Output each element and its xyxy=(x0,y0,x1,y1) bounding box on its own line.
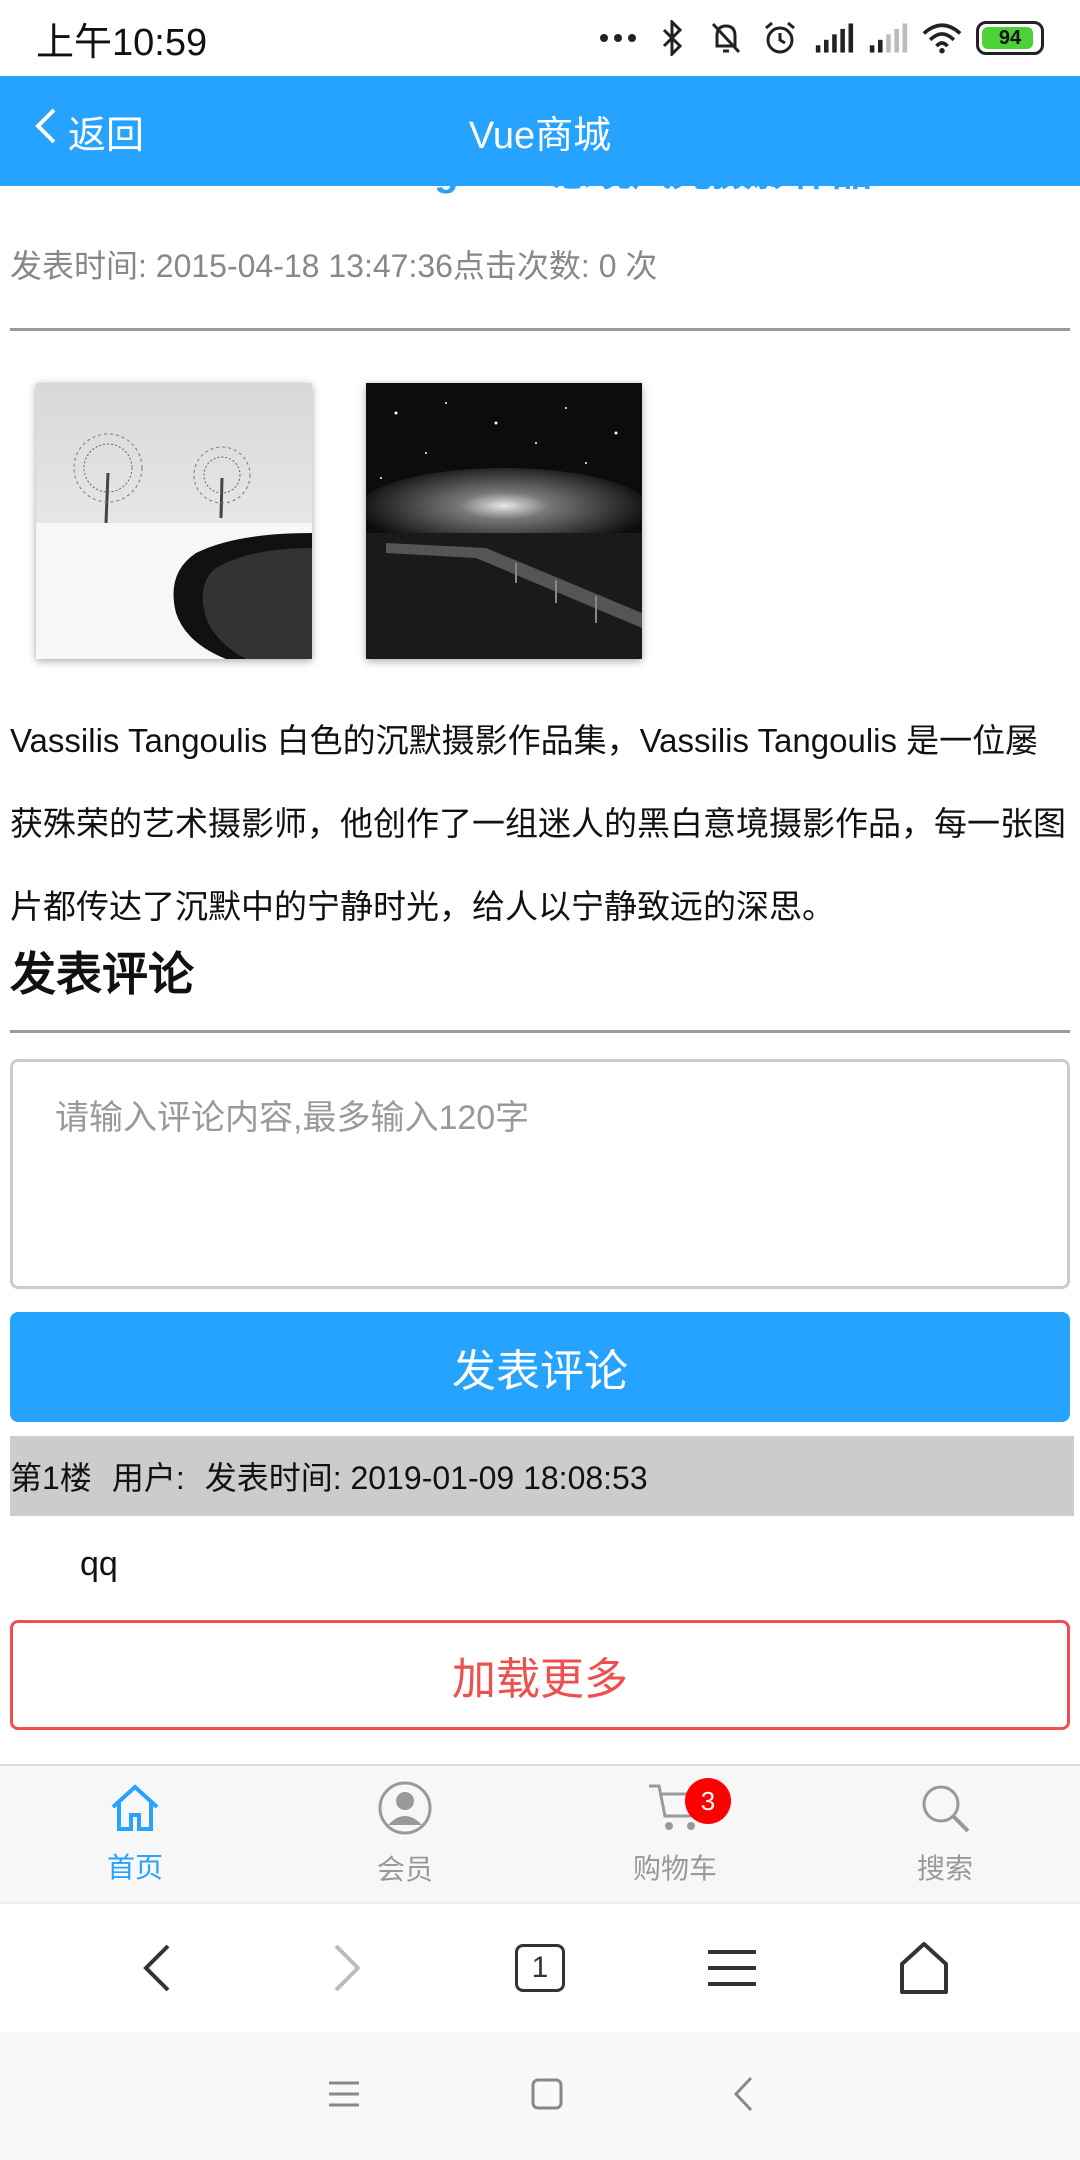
tab-member[interactable]: 会员 xyxy=(270,1766,540,1902)
mute-bell-icon xyxy=(706,18,746,58)
browser-home-button[interactable] xyxy=(884,1928,964,2008)
tab-search[interactable]: 搜索 xyxy=(810,1766,1080,1902)
thumbnail-list xyxy=(0,383,1080,659)
battery-level: 94 xyxy=(998,26,1022,49)
back-label: 返回 xyxy=(68,114,145,157)
page-content[interactable]: Vassilis Tangoulis意境风光摄影作品 发表时间: 2015-04… xyxy=(0,186,1080,1764)
comment-floor: 第1楼 xyxy=(10,1460,92,1496)
back-button[interactable]: 返回 xyxy=(32,76,144,186)
member-icon xyxy=(378,1781,432,1842)
article-meta: 发表时间: 2015-04-18 13:47:36点击次数: 0 次 xyxy=(10,248,658,284)
tab-label: 会员 xyxy=(376,1853,433,1885)
wifi-icon xyxy=(922,18,962,58)
browser-menu-button[interactable] xyxy=(692,1928,772,2008)
divider xyxy=(10,1030,1070,1033)
comment-user: 用户: xyxy=(111,1460,185,1496)
system-back-button[interactable] xyxy=(733,2076,753,2117)
comment-header: 第1楼 用户: 发表时间: 2019-01-09 18:08:53 xyxy=(10,1436,1074,1516)
thumbnail-snowy-trees[interactable] xyxy=(36,383,312,659)
system-nav-bar xyxy=(0,2032,1080,2160)
browser-forward-button[interactable] xyxy=(308,1928,388,2008)
alarm-icon xyxy=(760,18,800,58)
thumbnail-night-pier[interactable] xyxy=(366,383,642,659)
home-icon xyxy=(109,1783,161,1840)
battery-icon: 94 xyxy=(976,21,1044,55)
bluetooth-icon xyxy=(652,18,692,58)
cart-badge: 3 xyxy=(685,1778,731,1824)
status-bar: 上午10:59 94 xyxy=(0,0,1080,76)
more-dots-icon xyxy=(598,18,638,58)
system-menu-button[interactable] xyxy=(327,2079,361,2114)
load-more-button[interactable]: 加载更多 xyxy=(10,1620,1070,1730)
divider xyxy=(10,328,1070,331)
browser-tabs-button[interactable]: 1 xyxy=(500,1928,580,2008)
chevron-left-icon xyxy=(32,106,58,156)
search-icon xyxy=(919,1782,971,1841)
article-description: Vassilis Tangoulis 白色的沉默摄影作品集，Vassilis T… xyxy=(10,722,1066,925)
status-icons: 94 xyxy=(598,18,1044,58)
submit-comment-button[interactable]: 发表评论 xyxy=(10,1312,1070,1422)
browser-back-button[interactable] xyxy=(116,1928,196,2008)
app-header: 返回 Vue商城 xyxy=(0,76,1080,186)
tab-label: 首页 xyxy=(106,1851,163,1883)
article-title: Vassilis Tangoulis意境风光摄影作品 xyxy=(0,186,1080,202)
tab-home[interactable]: 首页 xyxy=(0,1766,270,1902)
header-title: Vue商城 xyxy=(468,114,612,157)
comment-content: qq xyxy=(80,1545,118,1583)
comment-input[interactable] xyxy=(10,1059,1070,1289)
tab-bar: 首页 会员 购物车 3 搜索 xyxy=(0,1764,1080,1902)
signal-weak-icon xyxy=(868,18,908,58)
system-home-button[interactable] xyxy=(531,2078,563,2115)
browser-nav-bar: 1 xyxy=(0,1902,1080,2032)
signal-icon xyxy=(814,18,854,58)
tab-cart[interactable]: 购物车 3 xyxy=(540,1766,810,1902)
tab-count: 1 xyxy=(515,1944,565,1992)
comment-time: 发表时间: 2019-01-09 18:08:53 xyxy=(204,1460,648,1496)
status-time: 上午10:59 xyxy=(36,21,208,64)
tab-label: 购物车 xyxy=(632,1852,717,1884)
tab-label: 搜索 xyxy=(916,1852,973,1884)
